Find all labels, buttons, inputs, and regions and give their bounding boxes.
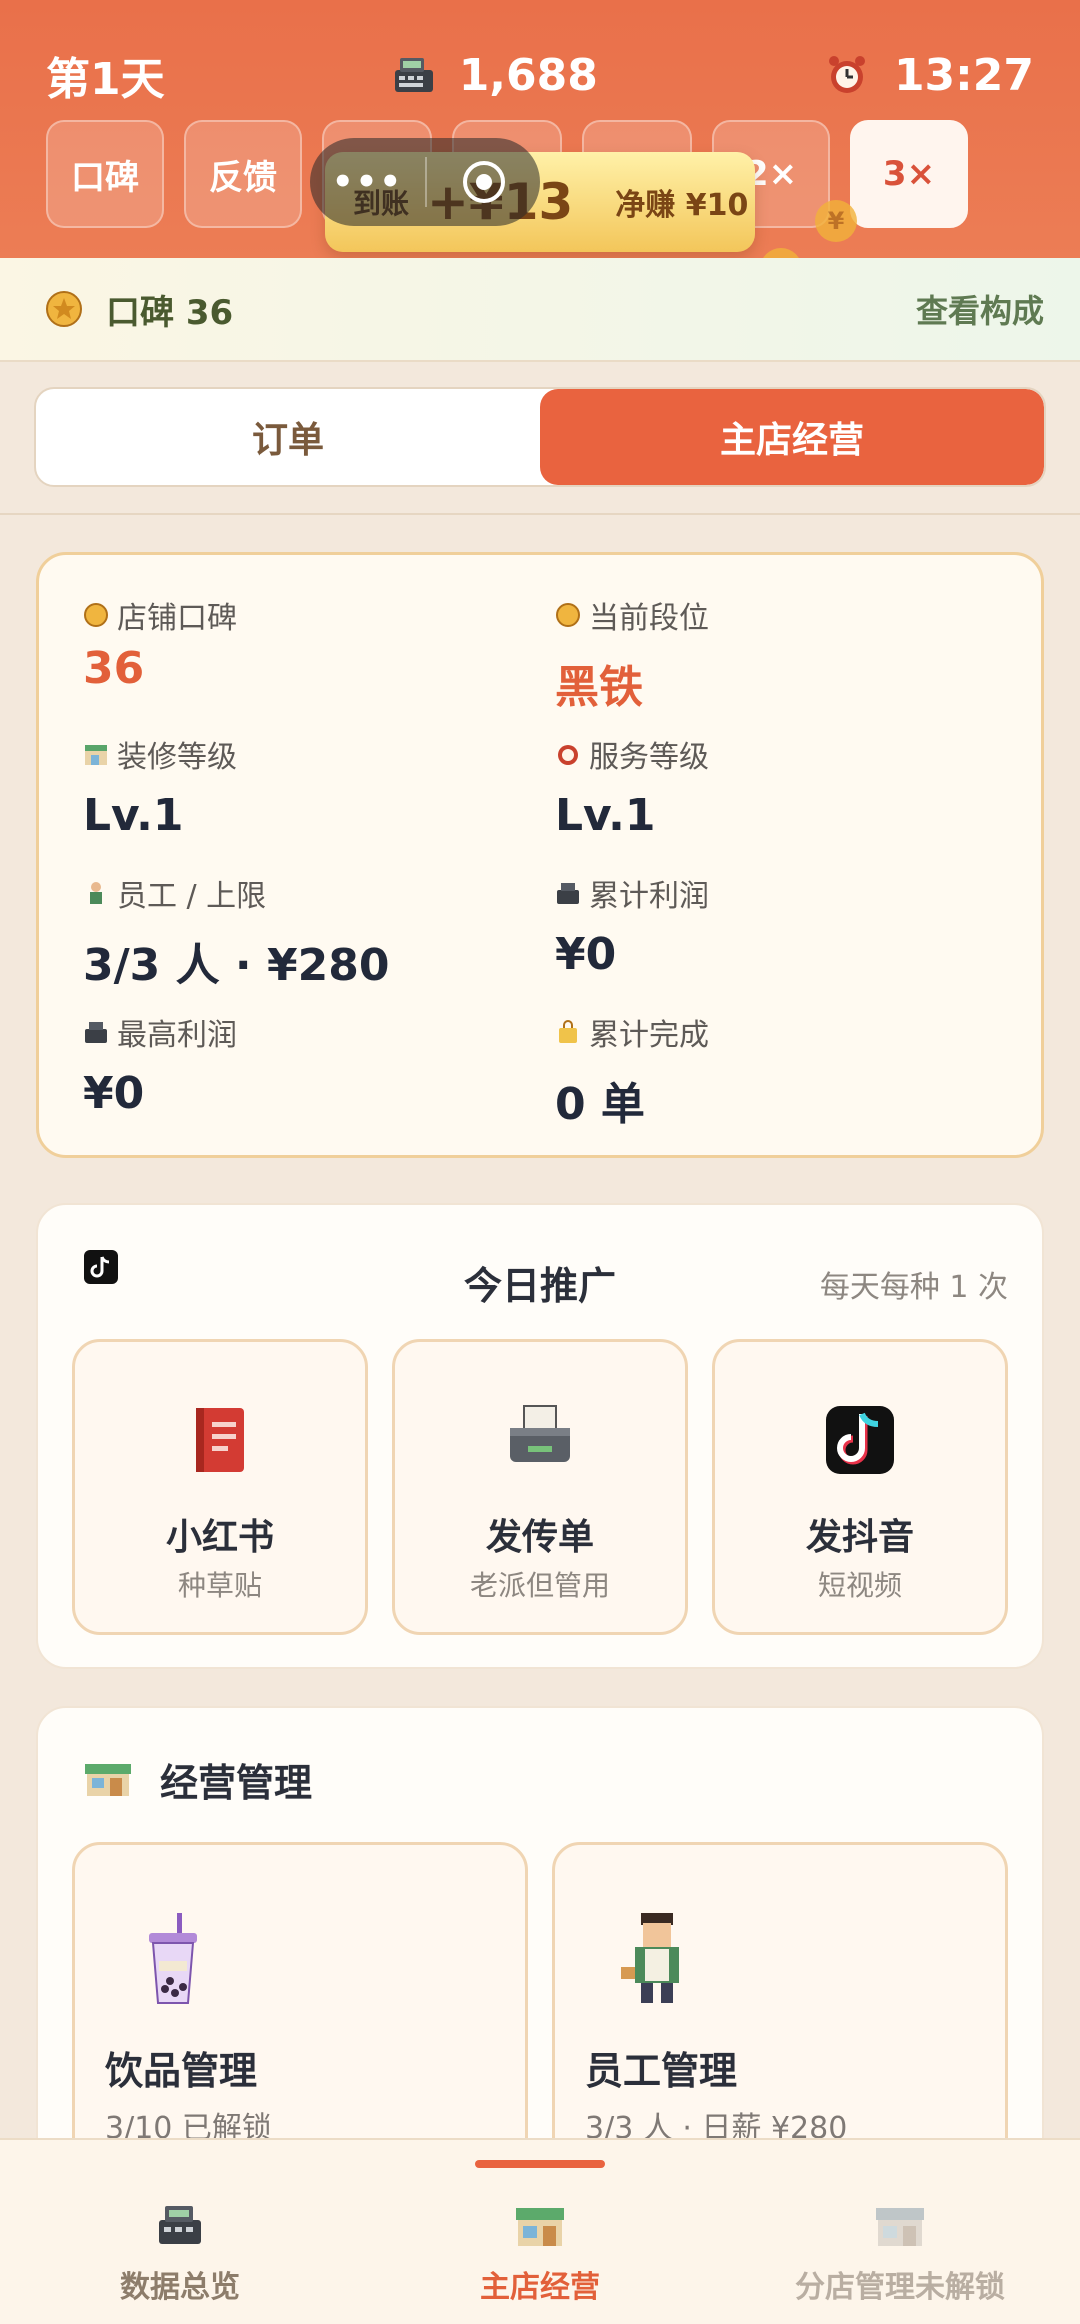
promo-item-name: 小红书 <box>165 1517 274 1558</box>
bag-icon <box>559 1020 577 1043</box>
manage-item-name: 员工管理 <box>585 2049 738 2093</box>
day-counter: 第1天 <box>46 54 165 105</box>
stat-label: 累计利润 <box>589 879 709 914</box>
stat-label: 服务等级 <box>589 740 709 775</box>
stat-value: ¥0 <box>555 929 617 980</box>
view-composition-link[interactable]: 查看构成 <box>916 286 1044 332</box>
bottom-navigation: 数据总览 主店经营 分店管理未解锁 <box>0 2138 1080 2324</box>
miniprogram-capsule: ••• <box>310 138 540 226</box>
stat-value: 黑铁 <box>555 662 643 713</box>
manage-item-name: 饮品管理 <box>105 2049 258 2093</box>
promo-item-name: 发抖音 <box>805 1517 914 1558</box>
money-amount: 1,688 <box>458 49 598 101</box>
clock-time: 13:27 <box>893 49 1034 101</box>
stat-value: ¥0 <box>83 1068 145 1119</box>
divider <box>0 513 1080 515</box>
reputation-bar: 口碑 36 查看构成 <box>0 258 1080 362</box>
red-book-icon <box>196 1408 244 1472</box>
promo-item-sub: 种草贴 <box>177 1569 262 1602</box>
stat-label: 当前段位 <box>589 601 709 636</box>
tab-main-store[interactable]: 主店经营 <box>540 389 1044 485</box>
stat-value: Lv.1 <box>555 790 656 841</box>
alarm-clock-icon <box>828 56 865 93</box>
nav-data-overview[interactable]: 数据总览 <box>0 2140 360 2324</box>
reputation-button[interactable]: 口碑 <box>46 120 164 228</box>
alarm-clock-icon <box>558 745 578 765</box>
drink-management-button[interactable]: 饮品管理 3/10 已解锁 <box>72 1842 528 2172</box>
promo-item-sub: 短视频 <box>817 1569 902 1602</box>
stat-decor-level: 装修等级 Lv.1 <box>83 732 237 841</box>
active-tab-indicator <box>475 2160 605 2168</box>
time-display: 13:27 <box>824 50 1034 101</box>
stat-label: 装修等级 <box>117 740 237 775</box>
stat-label: 累计完成 <box>589 1018 709 1053</box>
nav-label: 分店管理未解锁 <box>795 2270 1005 2305</box>
toast-net: 净赚 ¥10 <box>615 188 749 223</box>
stat-service-level: 服务等级 Lv.1 <box>555 732 709 841</box>
promo-item-name: 发传单 <box>485 1517 594 1558</box>
promo-note: 每天每种 1 次 <box>819 1270 1008 1305</box>
medal-icon <box>46 291 82 327</box>
store-stats-card: 店铺口碑 36 当前段位 黑铁 装修等级 Lv.1 服务等级 Lv.1 员工 /… <box>36 552 1044 1158</box>
tab-orders[interactable]: 订单 <box>36 389 540 485</box>
status-row: 第1天 1,688 13:27 <box>46 40 1034 110</box>
stat-reputation: 店铺口碑 36 <box>83 593 237 694</box>
promo-xiaohongshu-button[interactable]: 小红书 种草贴 <box>72 1339 368 1635</box>
promo-item-sub: 老派但管用 <box>469 1569 610 1602</box>
medal-icon <box>556 603 580 627</box>
stat-value: 0 单 <box>555 1079 645 1130</box>
staff-icon <box>90 882 102 904</box>
stat-staff: 员工 / 上限 3/3 人 · ¥280 <box>83 871 389 993</box>
stat-max-profit: 最高利润 ¥0 <box>83 1010 237 1119</box>
feedback-button[interactable]: 反馈 <box>184 120 302 228</box>
storefront-icon <box>85 1764 131 1796</box>
main-tabs: 订单 主店经营 <box>34 387 1046 487</box>
reputation-label: 口碑 36 <box>106 292 234 333</box>
nav-branch-management[interactable]: 分店管理未解锁 <box>720 2140 1080 2324</box>
money-display: 1,688 <box>391 50 598 101</box>
staff-icon <box>621 1913 679 2003</box>
promo-flyer-button[interactable]: 发传单 老派但管用 <box>392 1339 688 1635</box>
staff-management-button[interactable]: 员工管理 3/3 人 · 日薪 ¥280 <box>552 1842 1008 2172</box>
stat-rank: 当前段位 黑铁 <box>555 593 709 715</box>
storefront-icon <box>516 2208 564 2246</box>
more-menu-button[interactable]: ••• <box>310 162 425 202</box>
stat-label: 员工 / 上限 <box>117 879 267 914</box>
speed-3x-button[interactable]: 3× <box>850 120 968 228</box>
stat-total-orders: 累计完成 0 单 <box>555 1010 709 1132</box>
daily-promotion-card: 今日推广 每天每种 1 次 小红书 种草贴 发传单 老派但管用 发抖音 短视频 <box>36 1203 1044 1669</box>
stat-label: 最高利润 <box>117 1018 237 1053</box>
cash-register-icon <box>159 2206 201 2244</box>
promo-douyin-button[interactable]: 发抖音 短视频 <box>712 1339 1008 1635</box>
management-title: 经营管理 <box>160 1761 313 1805</box>
stat-total-profit: 累计利润 ¥0 <box>555 871 709 980</box>
close-target-button[interactable] <box>427 157 540 207</box>
printer-icon <box>510 1405 570 1462</box>
stat-value: Lv.1 <box>83 790 184 841</box>
cash-register-icon <box>394 58 433 92</box>
bubble-tea-icon <box>149 1913 197 2004</box>
cash-register-icon <box>557 883 579 904</box>
stat-label: 店铺口碑 <box>117 601 237 636</box>
medal-icon <box>84 603 108 627</box>
nav-label: 数据总览 <box>120 2270 240 2305</box>
nav-label: 主店经营 <box>480 2270 600 2305</box>
target-icon <box>462 161 505 203</box>
tiktok-icon <box>826 1406 894 1474</box>
branch-store-icon <box>876 2208 924 2246</box>
stat-value: 36 <box>83 643 145 694</box>
flying-coin-icon: ¥ <box>815 200 857 242</box>
storefront-icon <box>85 745 107 765</box>
cash-register-icon <box>85 1022 107 1043</box>
stat-value: 3/3 人 · ¥280 <box>83 940 390 991</box>
